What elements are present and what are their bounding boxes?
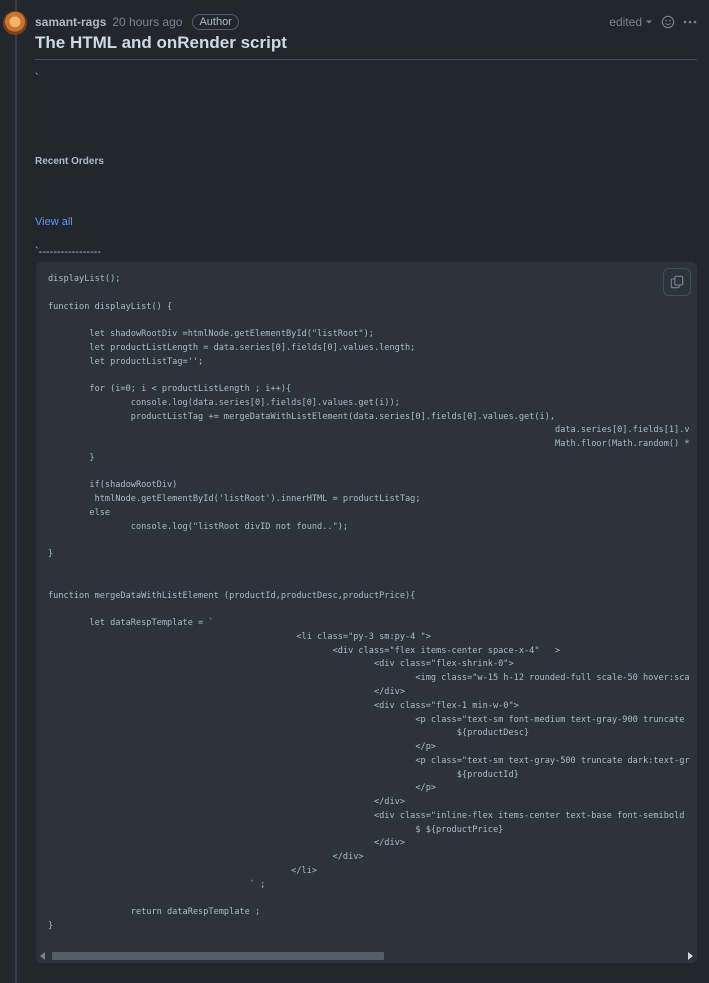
code-content: displayList(); function displayList() { … — [48, 274, 690, 931]
dashes-text: `----------------- — [35, 246, 101, 258]
edited-label: edited — [609, 15, 642, 29]
copy-icon — [670, 275, 684, 289]
horizontal-scrollbar[interactable] — [36, 949, 697, 963]
comment-header: samant-rags 20 hours ago Author edited — [35, 12, 697, 32]
scroll-left-icon[interactable] — [40, 952, 45, 960]
author-badge: Author — [192, 14, 239, 30]
kebab-menu-icon[interactable] — [683, 15, 697, 29]
code-block: displayList(); function displayList() { … — [36, 262, 697, 963]
copy-button[interactable] — [663, 268, 691, 296]
timeline-line — [15, 0, 17, 983]
comment-title: The HTML and onRender script — [35, 33, 287, 52]
view-all-link[interactable]: View all — [35, 216, 73, 228]
timestamp[interactable]: 20 hours ago — [112, 15, 182, 29]
scroll-right-icon[interactable] — [688, 952, 693, 960]
title-divider — [35, 59, 697, 60]
backtick-text: ` — [35, 72, 39, 84]
recent-orders-heading: Recent Orders — [35, 156, 104, 167]
author-name[interactable]: samant-rags — [35, 15, 106, 29]
edited-dropdown[interactable]: edited — [609, 15, 653, 29]
scrollbar-thumb[interactable] — [52, 952, 384, 960]
header-actions: edited — [609, 15, 697, 29]
caret-down-icon — [646, 20, 652, 24]
avatar[interactable] — [3, 11, 27, 35]
smiley-icon[interactable] — [661, 15, 675, 29]
